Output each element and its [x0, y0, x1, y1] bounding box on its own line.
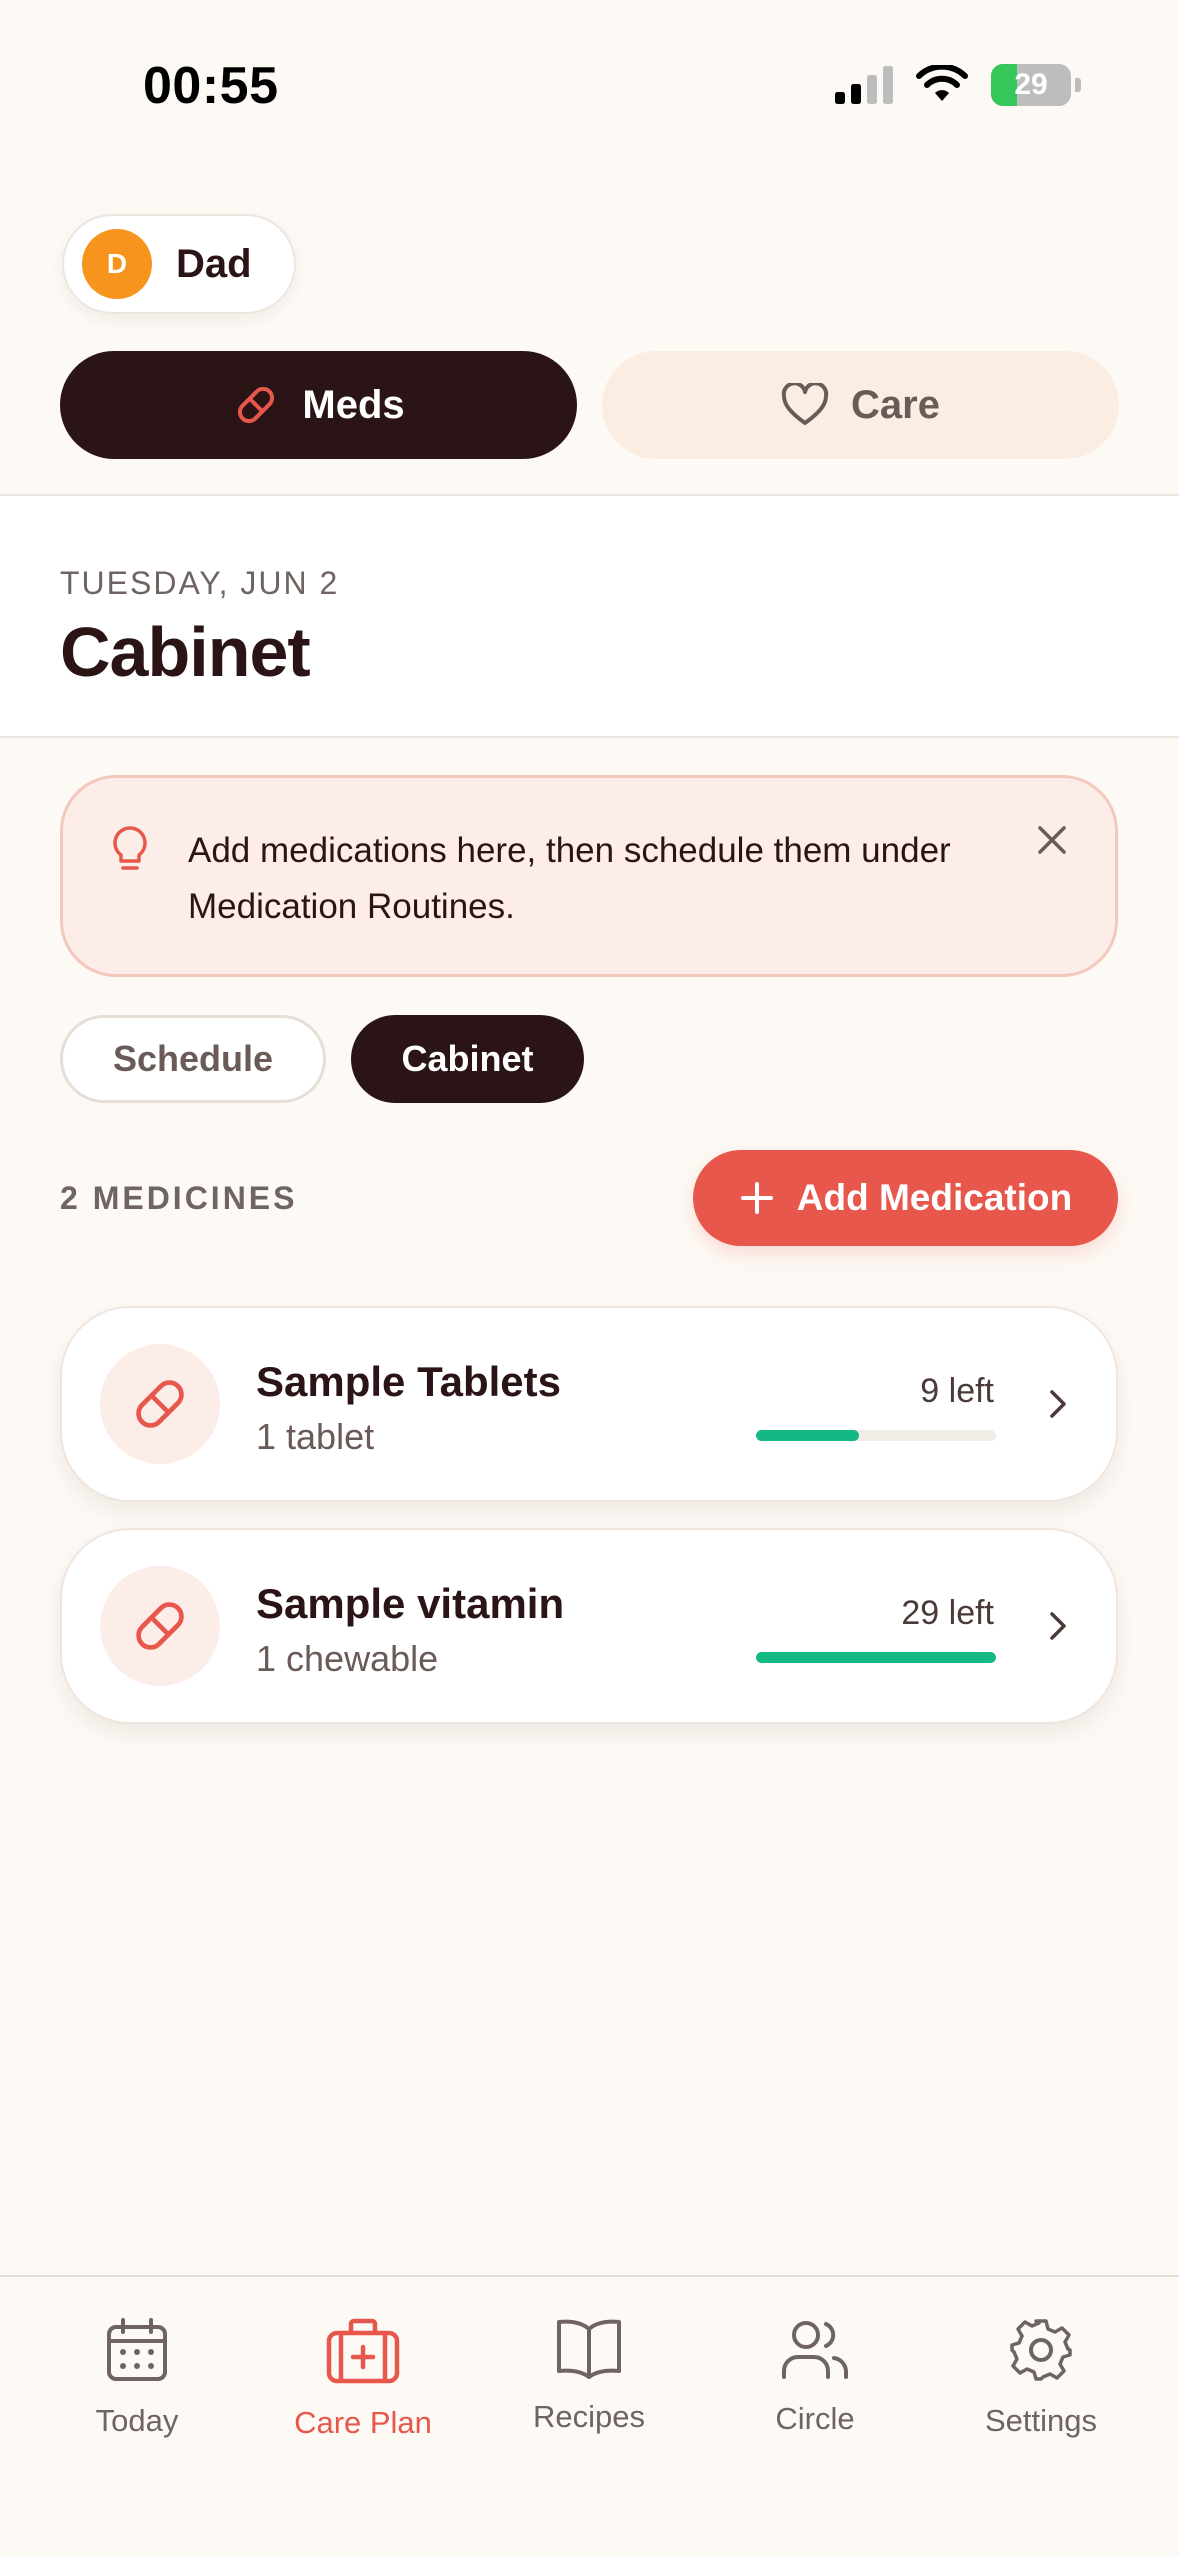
pill-icon [100, 1566, 220, 1686]
gear-icon [1010, 2319, 1072, 2381]
page-title: Cabinet [60, 613, 311, 691]
nav-today[interactable]: Today [37, 2317, 237, 2439]
add-medication-button[interactable]: Add Medication [693, 1150, 1118, 1246]
tab-cabinet[interactable]: Cabinet [351, 1015, 584, 1103]
remaining-count: 29 left [901, 1594, 994, 1632]
tab-meds-label: Meds [302, 382, 405, 427]
nav-settings[interactable]: Settings [941, 2317, 1141, 2439]
profile-switcher[interactable]: D Dad [62, 214, 296, 314]
status-time: 00:55 [143, 57, 279, 115]
medication-name: Sample vitamin [256, 1580, 565, 1627]
medication-name: Sample Tablets [256, 1358, 561, 1405]
medication-dose: 1 chewable [256, 1638, 439, 1679]
battery-level: 29 [1014, 68, 1048, 101]
stock-level-fill [756, 1652, 996, 1663]
calendar-icon [107, 2318, 167, 2381]
medication-dose: 1 tablet [256, 1416, 375, 1457]
profile-name: Dad [176, 241, 252, 286]
heart-icon [781, 383, 829, 425]
bottom-tab-bar: Today Care Plan Recipes Circle Settings [0, 2275, 1179, 2556]
lightbulb-icon [113, 826, 147, 870]
tab-care-label: Care [851, 382, 940, 427]
nav-circle-label: Circle [775, 2401, 855, 2436]
stock-level-bar [756, 1652, 996, 1663]
cellular-signal-icon [835, 66, 893, 104]
status-icons: 29 [835, 64, 1081, 106]
avatar: D [82, 229, 152, 299]
current-date: TUESDAY, JUN 2 [60, 565, 340, 601]
plus-icon [740, 1182, 773, 1214]
chevron-right-icon [1050, 1390, 1066, 1418]
nav-settings-label: Settings [984, 2403, 1097, 2438]
chevron-right-icon [1050, 1612, 1066, 1640]
nav-circle[interactable]: Circle [715, 2317, 915, 2437]
add-medication-label: Add Medication [796, 1177, 1073, 1218]
tab-schedule[interactable]: Schedule [60, 1015, 326, 1103]
tab-meds[interactable]: Meds [60, 351, 577, 459]
pill-icon [100, 1344, 220, 1464]
tip-text: Add medications here, then schedule them… [188, 831, 951, 926]
nav-recipes[interactable]: Recipes [489, 2317, 689, 2435]
medication-card[interactable]: Sample vitamin 1 chewable 29 left [60, 1528, 1118, 1724]
medication-card[interactable]: Sample Tablets 1 tablet 9 left [60, 1306, 1118, 1502]
battery-icon: 29 [991, 64, 1071, 106]
book-icon [557, 2319, 621, 2379]
stock-level-bar [756, 1430, 996, 1441]
medicine-count: 2 MEDICINES [60, 1180, 298, 1216]
medkit-icon [326, 2318, 400, 2384]
remaining-count: 9 left [920, 1372, 994, 1410]
wifi-icon [916, 65, 968, 101]
stock-level-fill [756, 1430, 860, 1441]
nav-care-plan[interactable]: Care Plan [263, 2317, 463, 2441]
people-icon [782, 2321, 848, 2379]
nav-care-plan-label: Care Plan [294, 2405, 432, 2440]
nav-today-label: Today [95, 2403, 179, 2438]
nav-recipes-label: Recipes [533, 2399, 645, 2434]
divider [0, 736, 1179, 738]
tab-care[interactable]: Care [602, 351, 1119, 459]
pill-icon [238, 386, 275, 424]
close-icon[interactable] [1030, 818, 1074, 862]
